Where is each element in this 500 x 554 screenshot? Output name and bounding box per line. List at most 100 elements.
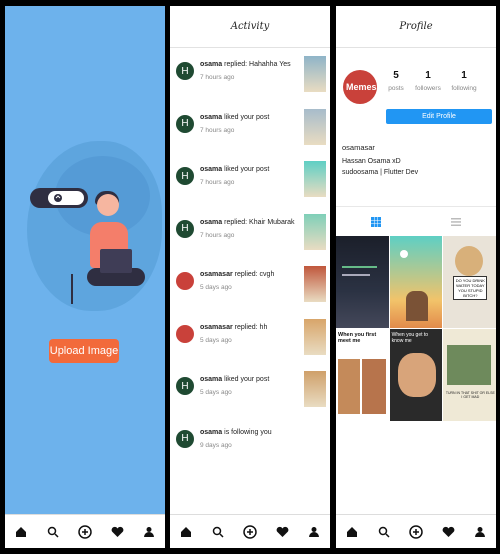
post-thumbnail[interactable] — [336, 236, 389, 328]
post-thumbnail[interactable] — [304, 56, 326, 92]
profile-icon[interactable] — [139, 522, 159, 542]
activity-text: osama liked your post — [200, 375, 300, 385]
post-thumbnail[interactable]: DO YOU DRINK WATER TODAY YOU STUPID BITC… — [443, 236, 496, 328]
activity-time: 7 hours ago — [200, 126, 235, 134]
avatar[interactable]: H — [176, 377, 194, 395]
profile-icon[interactable] — [304, 522, 324, 542]
activity-time: 5 days ago — [200, 336, 232, 344]
posts-count: 5 posts — [388, 70, 404, 92]
avatar-text: Memes — [346, 82, 377, 92]
activity-text: osama replied: Hahahha Yes — [200, 60, 300, 70]
activity-username[interactable]: osama — [200, 429, 222, 436]
avatar[interactable]: H — [176, 62, 194, 80]
activity-username[interactable]: osama — [200, 166, 222, 173]
heart-icon[interactable] — [107, 522, 127, 542]
post-caption-text: When you get to know me — [391, 332, 429, 344]
upload-image-button[interactable]: Upload Image — [49, 339, 119, 363]
username: osamasar — [342, 143, 375, 152]
add-post-icon[interactable] — [75, 522, 95, 542]
avatar[interactable] — [176, 324, 194, 343]
post-thumbnail[interactable] — [389, 236, 443, 328]
avatar[interactable] — [176, 272, 194, 290]
edit-profile-button[interactable]: Edit Profile — [386, 109, 492, 124]
activity-time: 9 days ago — [200, 441, 232, 449]
activity-message: replied: hh — [232, 323, 268, 331]
activity-message: replied: Khair Mubarak — [222, 218, 295, 226]
post-thumbnail[interactable] — [304, 266, 326, 302]
grid-view-icon[interactable] — [371, 214, 381, 232]
avatar[interactable]: H — [176, 219, 194, 238]
followers-count[interactable]: 1 followers — [413, 70, 443, 92]
avatar[interactable]: Memes — [343, 70, 377, 104]
illustration-laptop — [100, 249, 132, 273]
activity-item[interactable]: Hosama is following you 9 days ago — [170, 422, 330, 474]
activity-message: replied: Hahahha Yes — [222, 61, 291, 68]
activity-username[interactable]: osamasar — [200, 324, 233, 331]
activity-time: 7 hours ago — [200, 74, 235, 81]
activity-time: 5 days ago — [200, 389, 232, 396]
profile-icon[interactable] — [470, 522, 490, 542]
activity-item[interactable]: osamasar replied: cvgh 5 days ago — [170, 264, 330, 316]
bio: sudoosama | Flutter Dev — [342, 169, 419, 176]
activity-username[interactable]: osama — [200, 219, 222, 226]
post-caption-text: TURN IN THAT SHIT OR ELSE I GET MAD — [445, 391, 495, 399]
activity-item[interactable]: Hosama replied: Khair Mubarak 7 hours ago — [170, 212, 330, 264]
activity-username[interactable]: osama — [200, 114, 222, 121]
post-thumbnail[interactable]: TURN IN THAT SHIT OR ELSE I GET MAD — [443, 329, 496, 421]
add-post-icon[interactable] — [406, 522, 426, 542]
activity-time: 7 hours ago — [200, 179, 235, 186]
heart-icon[interactable] — [272, 522, 292, 542]
activity-message: liked your post — [222, 113, 270, 121]
activity-message: replied: cvgh — [232, 271, 275, 278]
heart-icon[interactable] — [438, 522, 458, 542]
post-thumbnail[interactable] — [304, 318, 326, 355]
post-thumbnail[interactable]: When you first meet me — [336, 329, 389, 421]
following-count[interactable]: 1 following — [449, 70, 479, 92]
add-post-icon[interactable] — [240, 522, 260, 542]
search-icon[interactable] — [374, 522, 394, 542]
activity-username[interactable]: osama — [200, 376, 222, 383]
list-view-icon[interactable] — [451, 214, 461, 232]
activity-message: liked your post — [222, 376, 270, 383]
activity-item[interactable]: Hosama liked your post 7 hours ago — [170, 159, 330, 211]
illustration-head — [97, 194, 119, 216]
illustration-plant — [71, 274, 81, 304]
activity-time: 7 hours ago — [200, 231, 235, 239]
post-thumbnail[interactable] — [304, 108, 326, 145]
post-thumbnail[interactable] — [304, 161, 326, 197]
posts-grid: DO YOU DRINK WATER TODAY YOU STUPID BITC… — [336, 236, 496, 421]
display-name: Hassan Osama xD — [342, 158, 401, 165]
activity-item[interactable]: osamasar replied: hh 5 days ago — [170, 317, 330, 369]
activity-title: Activity — [170, 6, 330, 48]
activity-text: osamasar replied: cvgh — [200, 270, 300, 280]
activity-screen: Activity Hosama replied: Hahahha Yes 7 ho… — [170, 6, 330, 548]
profile-view-tabs — [336, 206, 496, 238]
home-icon[interactable] — [342, 522, 362, 542]
activity-username[interactable]: osama — [200, 61, 222, 68]
home-icon[interactable] — [11, 522, 31, 542]
post-thumbnail[interactable] — [304, 213, 326, 250]
search-icon[interactable] — [208, 522, 228, 542]
upload-pill-inner — [48, 191, 84, 205]
activity-item[interactable]: Hosama replied: Hahahha Yes 7 hours ago — [170, 54, 330, 106]
activity-username[interactable]: osamasar — [200, 271, 233, 278]
search-icon[interactable] — [43, 522, 63, 542]
activity-text: osama is following you — [200, 428, 300, 438]
activity-text: osama replied: Khair Mubarak — [200, 218, 300, 228]
avatar[interactable]: H — [176, 114, 194, 133]
avatar[interactable]: H — [176, 167, 194, 185]
bottom-nav — [5, 514, 165, 548]
bottom-nav — [170, 514, 330, 548]
post-thumbnail[interactable]: When you get to know me — [389, 329, 443, 421]
upload-screen: Upload Image — [5, 6, 165, 548]
avatar[interactable]: H — [176, 429, 194, 448]
profile-title: Profile — [336, 6, 496, 48]
activity-message: liked your post — [222, 166, 270, 173]
profile-screen: Profile Memes 5 posts 1 followers 1 foll… — [336, 6, 496, 548]
activity-item[interactable]: Hosama liked your post 7 hours ago — [170, 107, 330, 159]
activity-message: is following you — [222, 428, 272, 436]
cloud-upload-icon — [54, 194, 62, 202]
activity-item[interactable]: Hosama liked your post 5 days ago — [170, 369, 330, 421]
post-thumbnail[interactable] — [304, 371, 326, 407]
home-icon[interactable] — [176, 522, 196, 542]
